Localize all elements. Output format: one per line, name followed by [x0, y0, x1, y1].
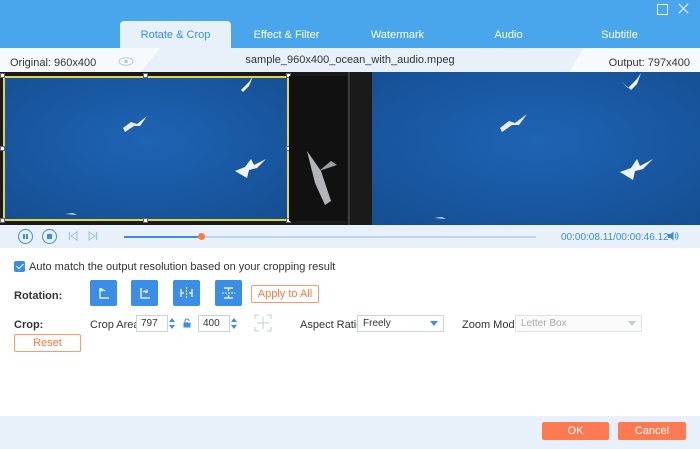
crop-label: Crop:: [14, 319, 44, 331]
rotate-right-button[interactable]: [131, 280, 158, 306]
cancel-button[interactable]: Cancel: [618, 422, 686, 440]
crop-handle[interactable]: [0, 218, 5, 223]
aspect-ratio-value: Freely: [363, 318, 391, 329]
crop-width-stepper[interactable]: [168, 315, 176, 332]
output-resolution: Output: 797x400: [608, 57, 690, 69]
skip-forward-icon[interactable]: [88, 231, 98, 241]
playback-controls: 00:00:08.11/00:00:46.12: [0, 225, 700, 248]
tab-rotate-crop[interactable]: Rotate & Crop: [120, 21, 231, 48]
crop-height-stepper[interactable]: [230, 315, 238, 332]
auto-match-label: Auto match the output resolution based o…: [29, 261, 336, 273]
tab-audio[interactable]: Audio: [453, 21, 564, 48]
stop-button[interactable]: [42, 229, 57, 244]
crop-handle[interactable]: [0, 73, 5, 78]
outside-crop-area: [289, 76, 347, 221]
crop-width-input[interactable]: 797: [136, 315, 168, 332]
auto-match-checkbox[interactable]: [14, 261, 25, 272]
aspect-ratio-select[interactable]: Freely: [357, 315, 444, 332]
progress-fill: [124, 236, 201, 238]
rotate-left-button[interactable]: [90, 280, 117, 306]
skip-back-icon[interactable]: [68, 231, 78, 241]
rotation-label: Rotation:: [14, 290, 63, 302]
crop-handle[interactable]: [0, 146, 5, 151]
flip-horizontal-button[interactable]: [173, 280, 200, 306]
flip-horizontal-icon: [180, 287, 193, 299]
volume-icon[interactable]: [667, 230, 679, 242]
lock-icon[interactable]: [183, 318, 191, 328]
ok-button[interactable]: OK: [542, 422, 609, 440]
chevron-down-icon: [628, 321, 636, 326]
output-video-preview: [372, 72, 700, 225]
tab-bar: Rotate & Crop Effect & Filter Watermark …: [120, 21, 675, 48]
file-name: sample_960x400_ocean_with_audio.mpeg: [245, 54, 455, 66]
tab-watermark[interactable]: Watermark: [342, 21, 453, 48]
close-icon[interactable]: [677, 2, 691, 16]
tab-subtitle[interactable]: Subtitle: [564, 21, 675, 48]
time-display: 00:00:08.11/00:00:46.12: [561, 232, 669, 243]
settings-panel: [0, 248, 700, 416]
apply-to-all-button[interactable]: Apply to All: [251, 285, 319, 303]
center-crop-icon[interactable]: [253, 313, 273, 333]
chevron-down-icon: [430, 321, 438, 326]
maximize-icon[interactable]: [655, 2, 669, 16]
flip-vertical-button[interactable]: [215, 280, 242, 306]
rotate-left-icon: [99, 287, 109, 299]
info-bar: Original: 960x400 sample_960x400_ocean_w…: [0, 48, 700, 72]
current-time: 00:00:08.11: [561, 232, 614, 243]
tab-effect-filter[interactable]: Effect & Filter: [231, 21, 342, 48]
preview-divider: [348, 72, 350, 225]
reset-button[interactable]: Reset: [14, 334, 81, 352]
rotate-right-icon: [140, 288, 150, 299]
progress-thumb[interactable]: [198, 233, 205, 240]
pause-button[interactable]: [18, 229, 33, 244]
crop-area-label: Crop Area:: [90, 319, 143, 331]
crop-handle[interactable]: [143, 218, 148, 223]
crop-frame[interactable]: [3, 76, 289, 221]
zoom-mode-select[interactable]: Letter Box: [515, 315, 642, 332]
flip-vertical-icon: [222, 287, 235, 299]
aspect-ratio-label: Aspect Ratio:: [300, 319, 366, 331]
zoom-mode-value: Letter Box: [521, 318, 567, 329]
crop-handle[interactable]: [143, 73, 148, 78]
total-time: /00:00:46.12: [613, 232, 669, 243]
crop-height-input[interactable]: 400: [198, 315, 230, 332]
